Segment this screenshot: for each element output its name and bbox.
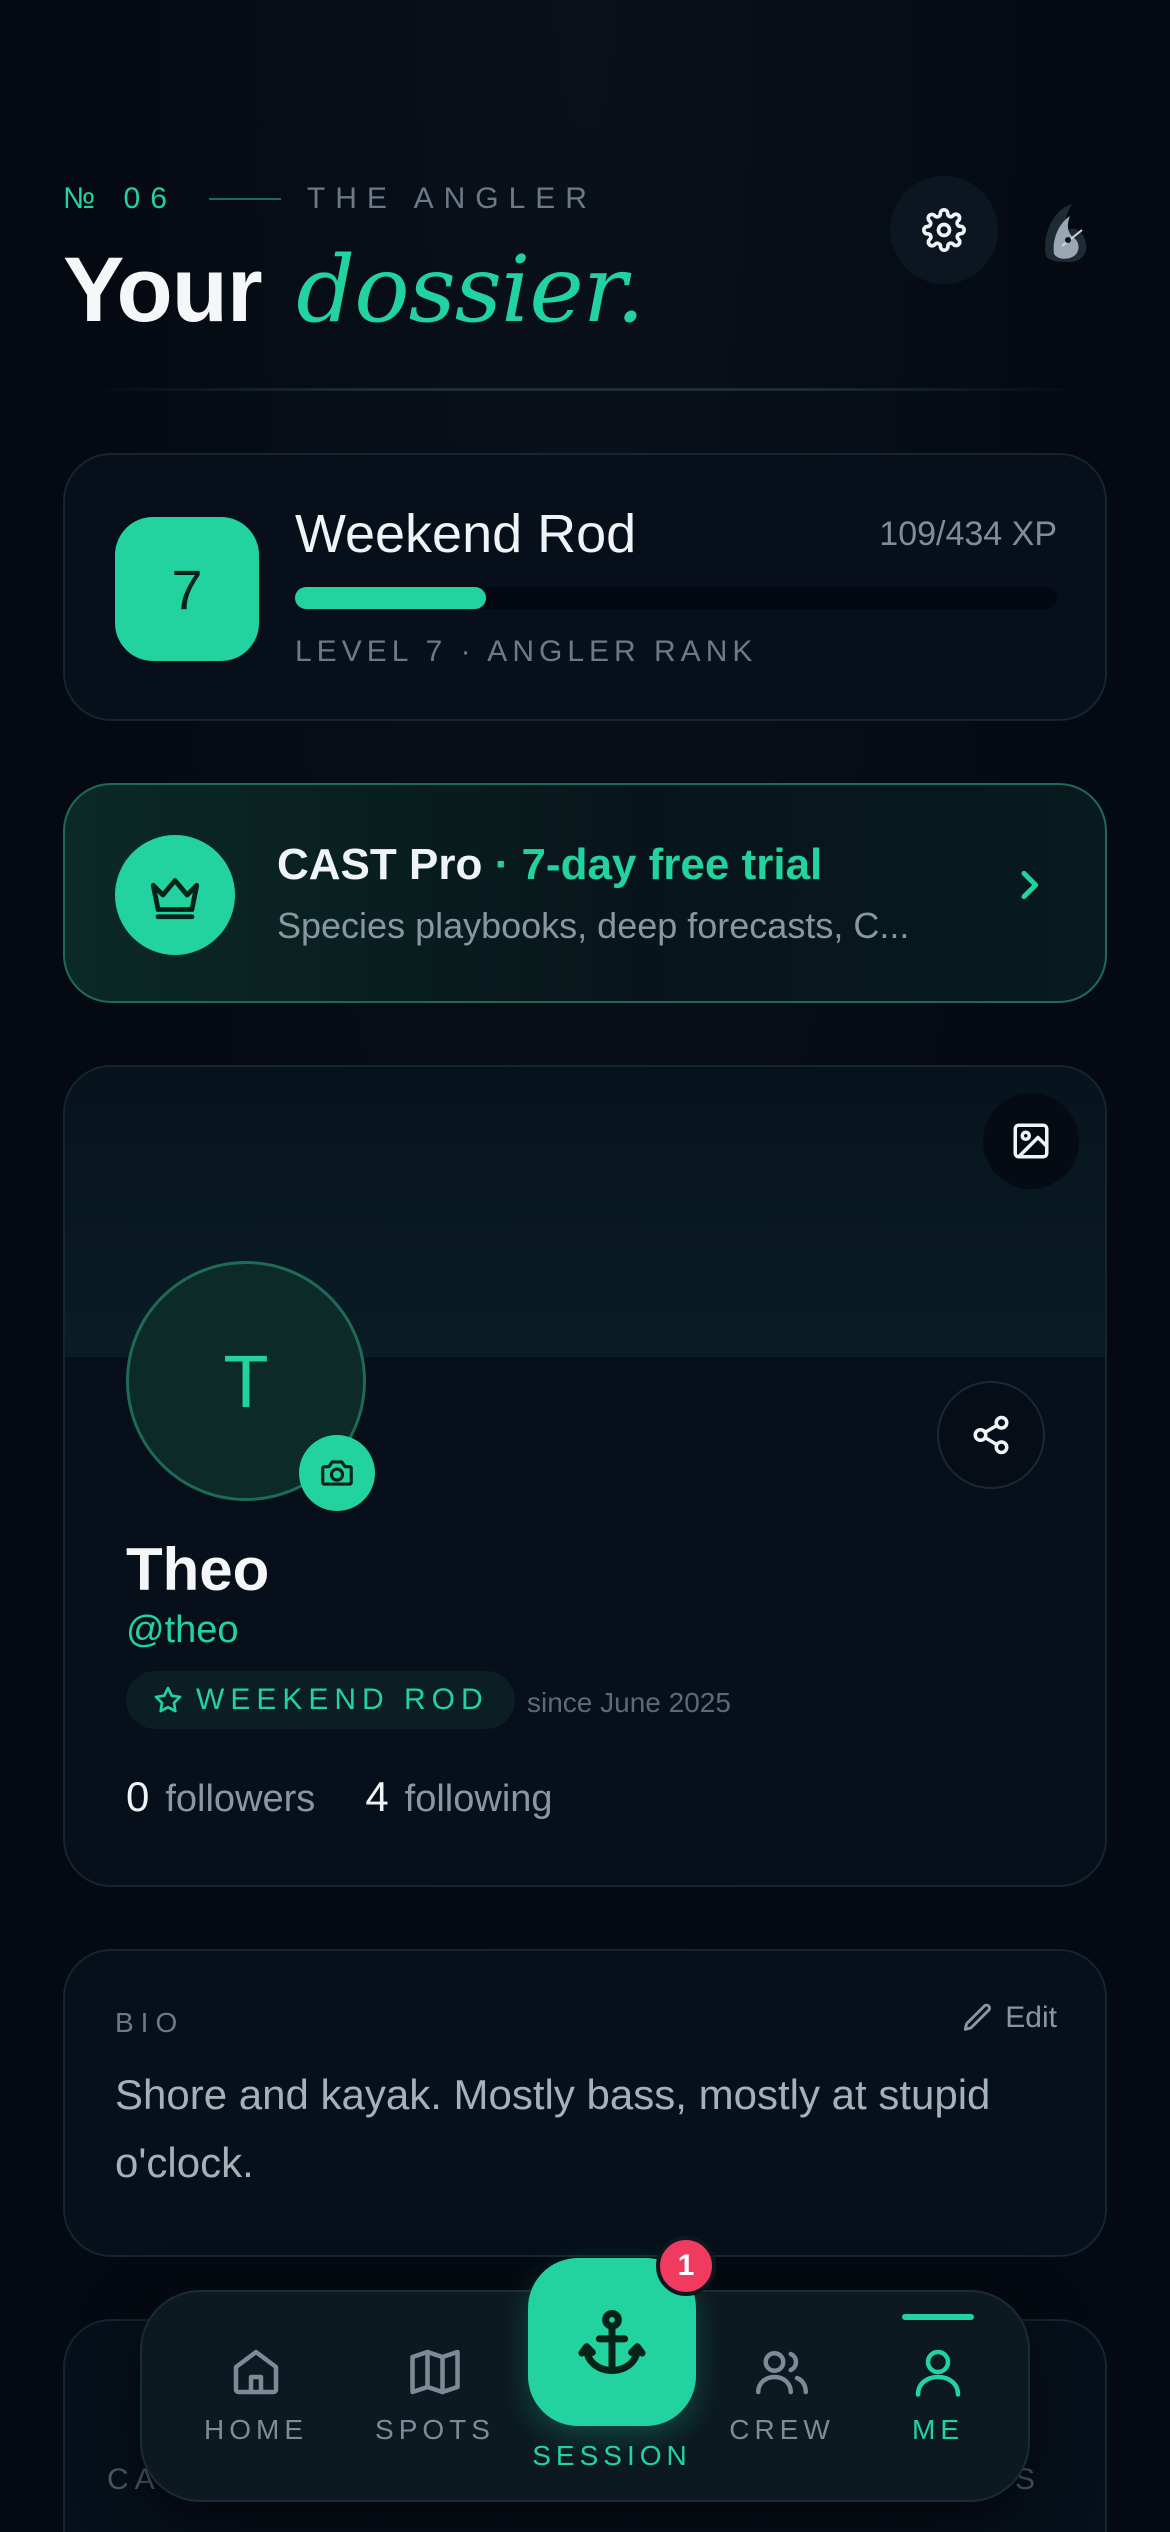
following-label[interactable]: following xyxy=(405,1778,553,1821)
pro-badge xyxy=(115,835,235,955)
tab-home[interactable]: HOME xyxy=(181,2342,331,2446)
pro-trial: · 7-day free trial xyxy=(482,840,823,889)
followers-count[interactable]: 0 xyxy=(126,1773,149,1821)
camera-icon xyxy=(321,1460,353,1486)
angler-avatar-icon xyxy=(1045,204,1087,262)
bio-text: Shore and kayak. Mostly bass, mostly at … xyxy=(115,2071,991,2186)
pencil-icon xyxy=(964,2003,992,2031)
edit-bio-label: Edit xyxy=(1005,2001,1057,2034)
change-avatar-button[interactable] xyxy=(299,1435,375,1511)
xp-readout: 109/434 XP xyxy=(879,515,1057,553)
crown-icon xyxy=(150,878,200,920)
edit-bio-button[interactable]: Edit xyxy=(961,2001,1057,2035)
following-count[interactable]: 4 xyxy=(365,1773,388,1821)
pro-subtitle: Species playbooks, deep forecasts, C... xyxy=(277,905,910,946)
tab-crew-label: CREW xyxy=(729,2414,835,2445)
pro-upsell-card[interactable]: CAST Pro · 7-day free trial Species play… xyxy=(63,783,1107,1003)
users-icon xyxy=(756,2351,808,2395)
profile-handle: @theo xyxy=(126,1609,239,1651)
profile-screen: № 06 THE ANGLER Your dossier. 7 Weekend … xyxy=(0,0,1170,2532)
rank-badge: WEEKEND ROD xyxy=(126,1671,515,1729)
gear-icon xyxy=(922,208,966,252)
anchor-icon xyxy=(578,2310,646,2374)
tab-crew[interactable]: CREW xyxy=(707,2342,857,2446)
profile-card: T Theo @theo WEEKEND ROD since June 2025 xyxy=(63,1065,1107,1887)
header-divider xyxy=(90,388,1080,391)
follow-stats: 0 followers 4 following xyxy=(126,1773,603,1821)
settings-button[interactable] xyxy=(890,176,998,284)
level-rank: LEVEL 7 · ANGLER RANK xyxy=(295,635,758,668)
user-avatar-button[interactable] xyxy=(1032,196,1096,268)
share-icon xyxy=(973,1415,1009,1455)
section-label: THE ANGLER xyxy=(306,182,597,215)
session-notification-badge: 1 xyxy=(656,2236,716,2296)
pro-name: CAST Pro xyxy=(277,840,483,889)
issue-number: № 06 xyxy=(63,182,177,215)
pro-title: CAST Pro · 7-day free trial xyxy=(277,840,822,890)
chevron-right-icon xyxy=(1021,870,1039,900)
change-cover-button[interactable] xyxy=(983,1093,1079,1189)
tab-home-label: HOME xyxy=(204,2414,308,2445)
title-accent: dossier. xyxy=(296,236,645,343)
level-card[interactable]: 7 Weekend Rod 109/434 XP LEVEL 7 · ANGLE… xyxy=(63,453,1107,721)
tab-spots[interactable]: SPOTS xyxy=(360,2342,510,2446)
tab-session-label: SESSION xyxy=(532,2440,692,2471)
section-kicker: № 06 THE ANGLER xyxy=(63,182,597,216)
bio-label: BIO xyxy=(115,2007,185,2038)
level-name: Weekend Rod xyxy=(295,504,637,564)
home-icon xyxy=(233,2349,279,2395)
xp-progress-fill xyxy=(295,587,487,609)
star-icon xyxy=(154,1686,182,1713)
image-icon xyxy=(1013,1123,1049,1159)
level-badge: 7 xyxy=(115,517,259,661)
share-profile-button[interactable] xyxy=(937,1381,1045,1489)
page-title: Your dossier. xyxy=(63,236,645,343)
xp-progress-bar xyxy=(295,587,1057,609)
rank-badge-label: WEEKEND ROD xyxy=(196,1683,489,1716)
bio-card: BIO Edit Shore and kayak. Mostly bass, m… xyxy=(63,1949,1107,2257)
kicker-rule xyxy=(208,198,281,200)
tab-me[interactable]: ME xyxy=(863,2342,1013,2446)
profile-name: Theo xyxy=(126,1536,270,1603)
member-since: since June 2025 xyxy=(527,1687,731,1718)
map-icon xyxy=(410,2349,460,2395)
followers-label[interactable]: followers xyxy=(165,1778,315,1821)
user-icon xyxy=(915,2349,961,2397)
active-tab-indicator xyxy=(902,2314,974,2320)
title-plain: Your xyxy=(63,239,263,341)
tab-spots-label: SPOTS xyxy=(375,2414,495,2445)
tab-me-label: ME xyxy=(912,2414,964,2445)
